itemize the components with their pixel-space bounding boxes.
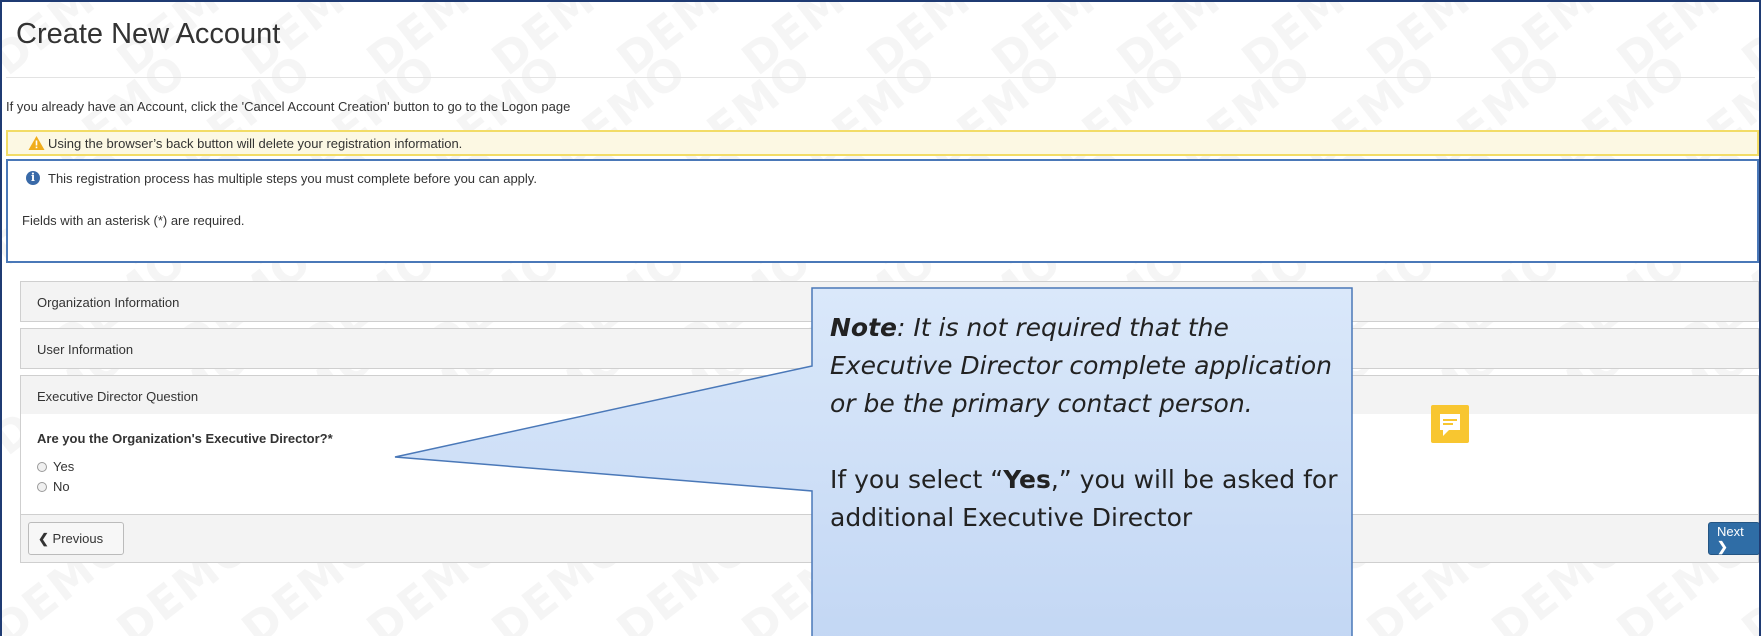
callout-note-label: Note — [830, 313, 898, 342]
callout-text: Note: It is not required that the Execut… — [830, 309, 1340, 537]
watermark-mark: DEMO — [607, 2, 762, 86]
question-label: Are you the Organization's Executive Dir… — [37, 431, 333, 446]
watermark-mark: DEMO — [482, 2, 637, 86]
watermark-mark: DEMO — [982, 2, 1137, 86]
comment-note-icon[interactable] — [1431, 405, 1469, 443]
radio-no[interactable] — [37, 481, 47, 492]
callout-yes-bold: Yes — [1003, 465, 1051, 494]
watermark-mark: DEMO — [732, 2, 887, 86]
page-title: Create New Account — [16, 18, 281, 50]
section-label: Executive Director Question — [37, 389, 199, 404]
warning-triangle-icon — [28, 135, 45, 156]
watermark-mark: DEMO — [1732, 2, 1759, 86]
watermark-mark: DEMO — [1357, 2, 1512, 86]
next-label: Next — [1717, 524, 1744, 539]
radio-option-no[interactable]: No — [37, 479, 70, 494]
watermark-mark: DEMO — [1482, 2, 1637, 86]
previous-button[interactable]: ❮ Previous — [28, 522, 124, 555]
app-frame: DEMO DEMO DEMO DEMO DEMO DEMO DEMO DEMO DEMO DEMO… — [0, 0, 1761, 636]
warning-alert: Using the browser’s back button will del… — [6, 130, 1759, 156]
next-button[interactable]: Next ❯ — [1708, 522, 1759, 555]
watermark-mark: DEMO — [357, 2, 512, 86]
chevron-right-icon: ❯ — [1717, 539, 1728, 554]
callout-yes-prefix: If you select “ — [830, 465, 1004, 494]
section-label: User Information — [37, 342, 134, 357]
radio-yes[interactable] — [37, 461, 47, 472]
radio-no-label: No — [53, 479, 70, 494]
title-divider — [6, 77, 1755, 78]
radio-option-yes[interactable]: Yes — [37, 459, 74, 474]
warning-text: Using the browser’s back button will del… — [48, 136, 463, 151]
watermark-mark: DEMO — [1107, 2, 1262, 86]
info-text: This registration process has multiple s… — [48, 171, 537, 186]
intro-text: If you already have an Account, click th… — [6, 99, 571, 114]
watermark-mark: DEMO — [1607, 2, 1759, 86]
previous-label: Previous — [52, 530, 104, 546]
watermark-mark: DEMO — [1232, 2, 1387, 86]
chevron-left-icon: ❮ — [38, 530, 49, 546]
callout-note-text: : It is not required that the Executive … — [830, 313, 1332, 418]
watermark-mark: DEMO — [857, 2, 1012, 86]
required-fields-note: Fields with an asterisk (*) are required… — [22, 213, 245, 228]
section-label: Organization Information — [37, 295, 180, 310]
radio-yes-label: Yes — [53, 459, 75, 474]
info-alert: i This registration process has multiple… — [6, 159, 1759, 263]
info-circle-icon: i — [26, 171, 40, 185]
